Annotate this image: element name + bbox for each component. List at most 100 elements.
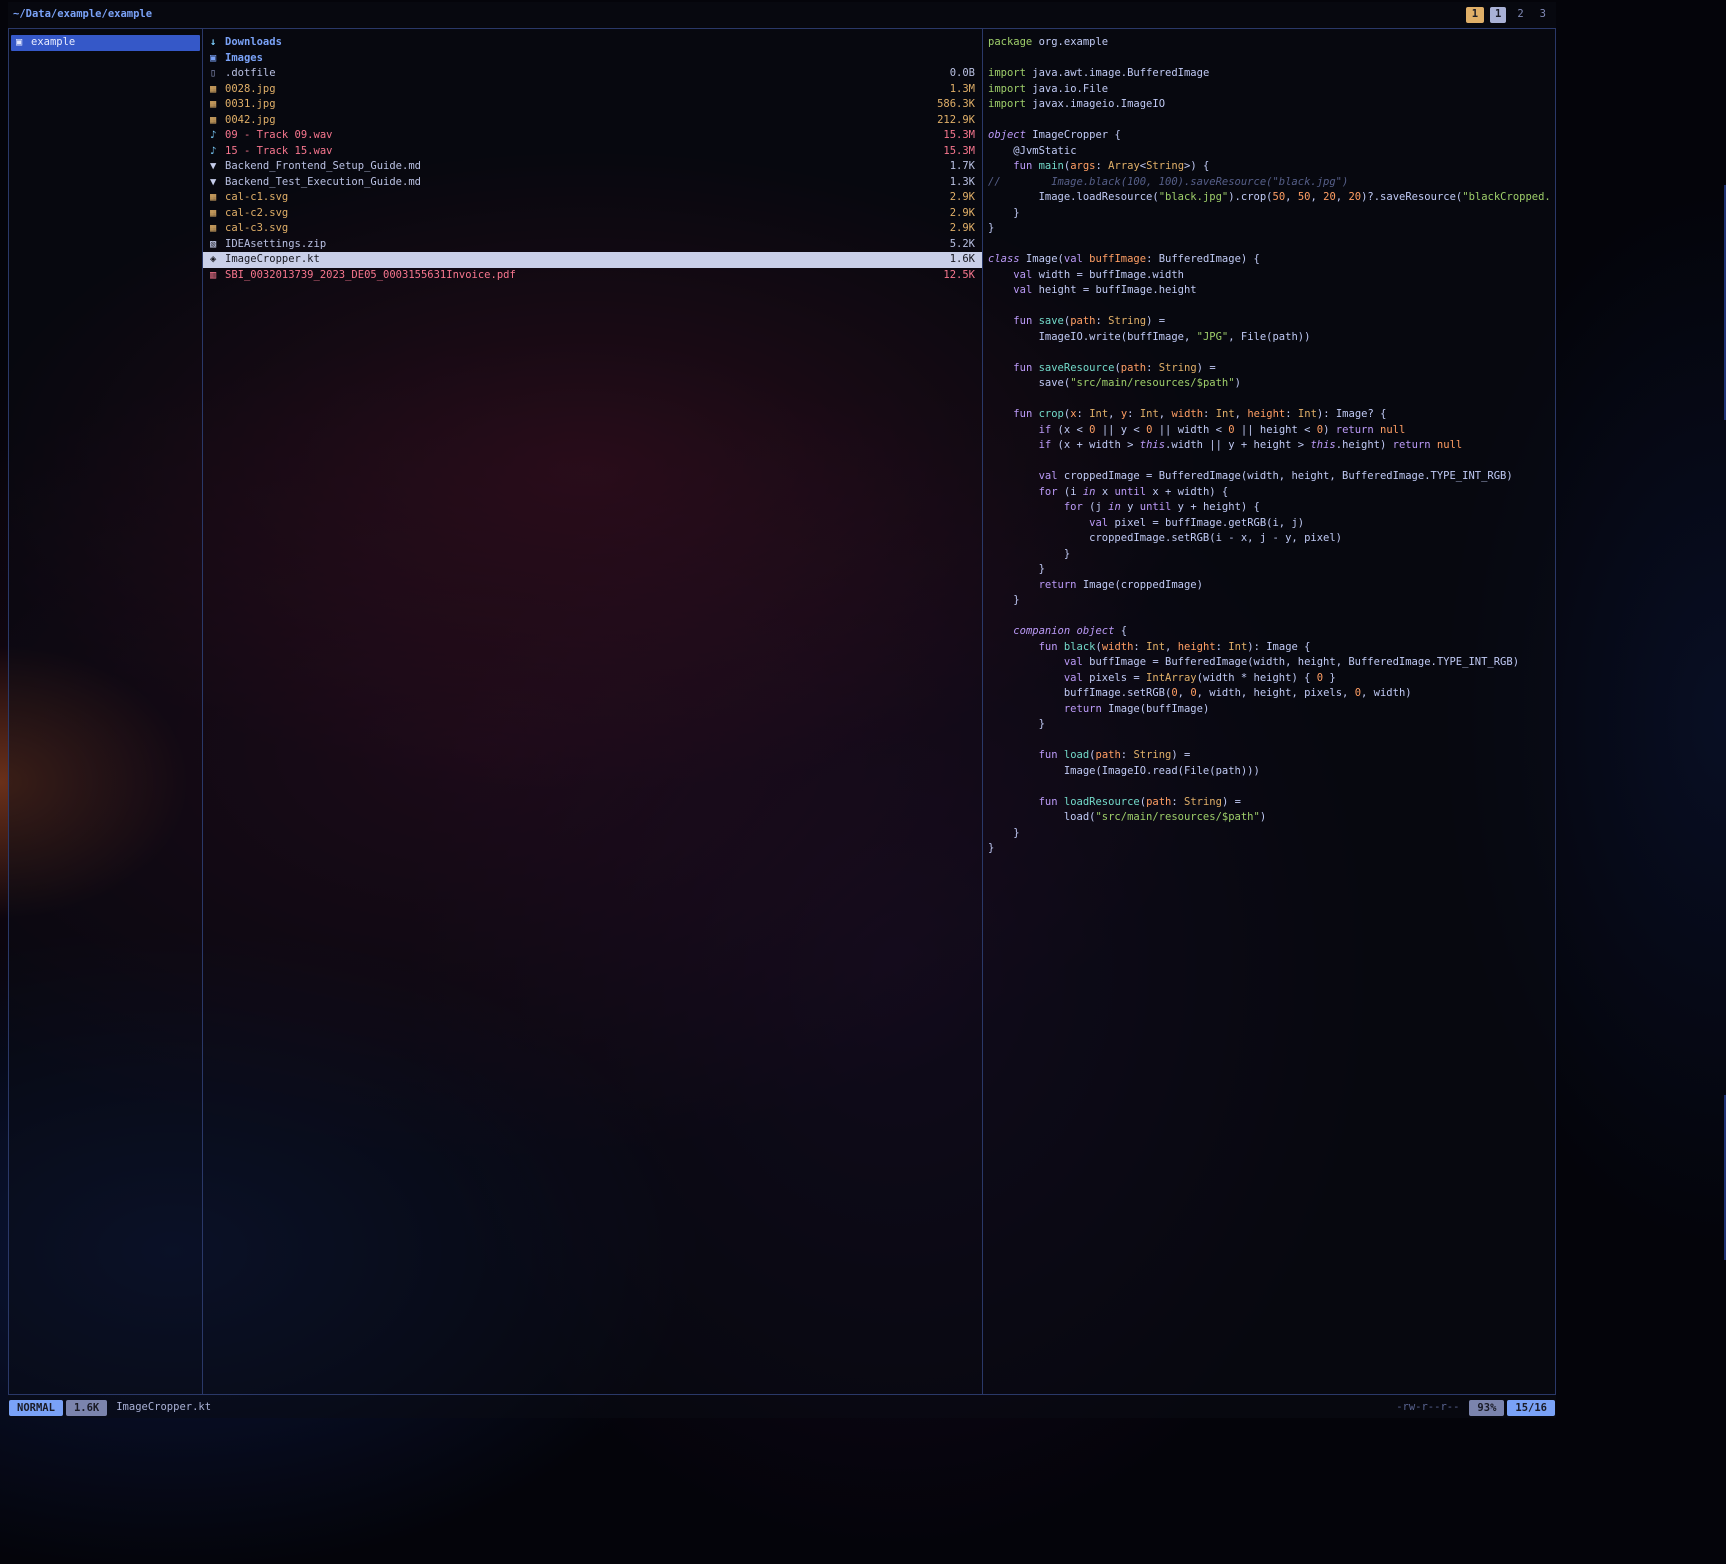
file-name: 0031.jpg [225,97,929,113]
markdown-file-icon: ▼ [210,159,225,175]
tab-3[interactable]: 3 [1535,7,1551,23]
file-size: 2.9K [950,206,975,222]
file-name: SBI_0032013739_2023_DE05_0003155631Invoi… [225,268,935,284]
code-line: } [988,841,1553,857]
file-row[interactable]: ▣Images [203,51,982,67]
code-line: import java.awt.image.BufferedImage [988,66,1553,82]
tab-bar: 1 123 [1466,7,1551,23]
file-row[interactable]: ◈ImageCropper.kt1.6K [203,252,982,268]
yazi-file-manager-window: ~/Data/example/example 1 123 ▣example ↓D… [8,2,1556,1418]
file-size: 1.3K [950,175,975,191]
file-name: ImageCropper.kt [225,252,942,268]
file-name: Images [225,51,967,67]
code-line [988,345,1553,361]
parent-row[interactable]: ▣example [11,35,200,51]
code-line [988,51,1553,67]
file-row[interactable]: ▧IDEAsettings.zip5.2K [203,237,982,253]
parent-list: ▣example [9,35,202,51]
task-count-badge: 1 [1466,7,1484,23]
file-name: cal-c2.svg [225,206,942,222]
file-size: 0.0B [950,66,975,82]
scroll-percentage-badge: 93% [1469,1400,1504,1416]
file-row[interactable]: ▦0031.jpg586.3K [203,97,982,113]
code-line: @JvmStatic [988,144,1553,160]
file-row[interactable]: ▥SBI_0032013739_2023_DE05_0003155631Invo… [203,268,982,284]
code-line [988,392,1553,408]
code-line: import javax.imageio.ImageIO [988,97,1553,113]
file-row[interactable]: ▦cal-c1.svg2.9K [203,190,982,206]
pdf-file-icon: ▥ [210,268,225,284]
file-size: 1.3M [950,82,975,98]
file-row[interactable]: ♪15 - Track 15.wav15.3M [203,144,982,160]
images-folder-icon: ▣ [210,51,225,67]
code-line: if (x < 0 || y < 0 || width < 0 || heigh… [988,423,1553,439]
code-line: companion object { [988,624,1553,640]
code-line [988,113,1553,129]
code-line: fun saveResource(path: String) = [988,361,1553,377]
file-size: 15.3M [943,128,975,144]
code-line: } [988,221,1553,237]
file-row[interactable]: ▦0028.jpg1.3M [203,82,982,98]
code-line: val pixel = buffImage.getRGB(i, j) [988,516,1553,532]
tab-2[interactable]: 2 [1512,7,1528,23]
status-right: -rw-r--r-- 93% 15/16 [1396,1400,1555,1416]
code-line: val pixels = IntArray(width * height) { … [988,671,1553,687]
code-line: class Image(val buffImage: BufferedImage… [988,252,1553,268]
file-row[interactable]: ▯.dotfile0.0B [203,66,982,82]
code-line [988,733,1553,749]
file-permissions: -rw-r--r-- [1396,1400,1459,1416]
code-line: fun loadResource(path: String) = [988,795,1553,811]
code-line: fun load(path: String) = [988,748,1553,764]
file-row[interactable]: ▼Backend_Frontend_Setup_Guide.md1.7K [203,159,982,175]
code-line: } [988,717,1553,733]
image-file-icon: ▦ [210,206,225,222]
code-line: } [988,547,1553,563]
file-size: 212.9K [937,113,975,129]
parent-panel: ▣example [9,29,203,1394]
code-line: load("src/main/resources/$path") [988,810,1553,826]
preview-panel: package org.example import java.awt.imag… [983,29,1555,1394]
code-line: package org.example [988,35,1553,51]
file-size: 1.7K [950,159,975,175]
file-size: 2.9K [950,221,975,237]
code-line: import java.io.File [988,82,1553,98]
file-row[interactable]: ↓Downloads [203,35,982,51]
file-row[interactable]: ♪09 - Track 09.wav15.3M [203,128,982,144]
file-row[interactable]: ▦cal-c2.svg 2.9K [203,206,982,222]
file-name: cal-c3.svg [225,221,942,237]
file-size: 12.5K [943,268,975,284]
status-left: NORMAL 1.6K ImageCropper.kt [9,1400,211,1416]
file-row[interactable]: ▦0042.jpg212.9K [203,113,982,129]
code-line: object ImageCropper { [988,128,1553,144]
tab-1[interactable]: 1 [1490,7,1506,23]
file-name: 15 - Track 15.wav [225,144,935,160]
download-folder-icon: ↓ [210,35,225,51]
code-line: val width = buffImage.width [988,268,1553,284]
code-line: buffImage.setRGB(0, 0, width, height, pi… [988,686,1553,702]
file-size: 5.2K [950,237,975,253]
code-line [988,779,1553,795]
image-file-icon: ▦ [210,97,225,113]
code-line: if (x + width > this.width || y + height… [988,438,1553,454]
audio-file-icon: ♪ [210,128,225,144]
header-bar: ~/Data/example/example 1 123 [8,2,1556,28]
code-line: ImageIO.write(buffImage, "JPG", File(pat… [988,330,1553,346]
preview-code: package org.example import java.awt.imag… [988,35,1553,857]
code-line: fun crop(x: Int, y: Int, width: Int, hei… [988,407,1553,423]
archive-file-icon: ▧ [210,237,225,253]
file-row[interactable]: ▼Backend_Test_Execution_Guide.md1.3K [203,175,982,191]
code-line: fun save(path: String) = [988,314,1553,330]
code-line: for (j in y until y + height) { [988,500,1553,516]
code-line: fun main(args: Array<String>) { [988,159,1553,175]
code-line: Image(ImageIO.read(File(path))) [988,764,1553,780]
code-line: save("src/main/resources/$path") [988,376,1553,392]
file-row[interactable]: ▦cal-c3.svg 2.9K [203,221,982,237]
image-file-icon: ▦ [210,221,225,237]
current-file-name: ImageCropper.kt [116,1400,211,1416]
code-line: return Image(buffImage) [988,702,1553,718]
status-bar: NORMAL 1.6K ImageCropper.kt -rw-r--r-- 9… [8,1398,1556,1418]
main-panels: ▣example ↓Downloads▣Images▯.dotfile0.0B▦… [8,28,1556,1395]
image-file-icon: ▦ [210,113,225,129]
code-line: return Image(croppedImage) [988,578,1553,594]
code-line [988,237,1553,253]
